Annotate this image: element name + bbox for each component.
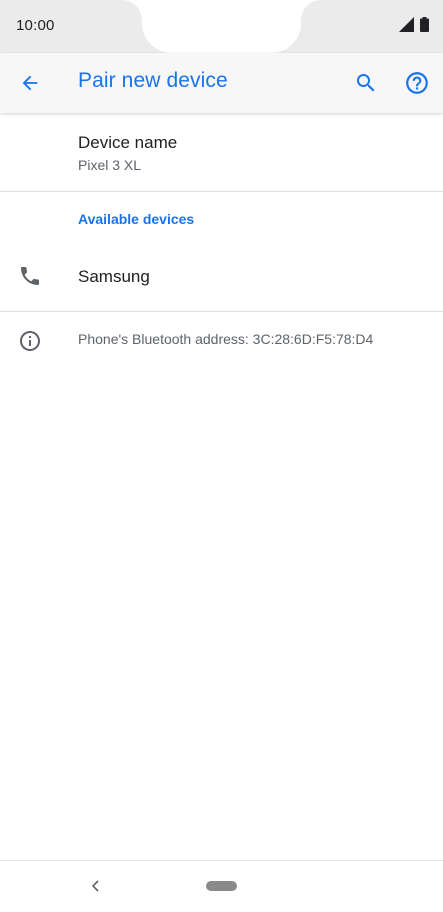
help-icon[interactable] bbox=[403, 69, 431, 97]
back-arrow-icon[interactable] bbox=[16, 69, 44, 97]
navigation-bar bbox=[0, 861, 443, 912]
device-name-row[interactable]: Device name Pixel 3 XL bbox=[0, 114, 443, 191]
notch-right-edge bbox=[301, 0, 321, 20]
device-label: Samsung bbox=[78, 267, 150, 286]
app-bar: Pair new device bbox=[0, 53, 443, 113]
bluetooth-address-row: Phone's Bluetooth address: 3C:28:6D:F5:7… bbox=[0, 312, 443, 368]
display-notch bbox=[142, 0, 301, 53]
notch-left-edge bbox=[122, 0, 142, 20]
device-name-value: Pixel 3 XL bbox=[78, 157, 142, 173]
list-item-samsung[interactable]: Samsung bbox=[0, 246, 443, 310]
signal-icon bbox=[399, 17, 414, 37]
available-devices-header: Available devices bbox=[78, 211, 195, 227]
status-time: 10:00 bbox=[16, 17, 55, 34]
nav-home-pill[interactable] bbox=[206, 881, 237, 891]
search-icon[interactable] bbox=[352, 69, 380, 97]
divider bbox=[0, 191, 443, 192]
battery-icon bbox=[420, 17, 429, 37]
phone-icon bbox=[18, 264, 42, 288]
bluetooth-address-text: Phone's Bluetooth address: 3C:28:6D:F5:7… bbox=[78, 331, 374, 347]
status-icons bbox=[399, 17, 429, 37]
page-title: Pair new device bbox=[78, 69, 228, 92]
status-bar: 10:00 bbox=[0, 0, 443, 53]
info-icon bbox=[18, 329, 42, 353]
nav-back-icon[interactable] bbox=[86, 876, 106, 896]
device-name-title: Device name bbox=[78, 133, 178, 152]
